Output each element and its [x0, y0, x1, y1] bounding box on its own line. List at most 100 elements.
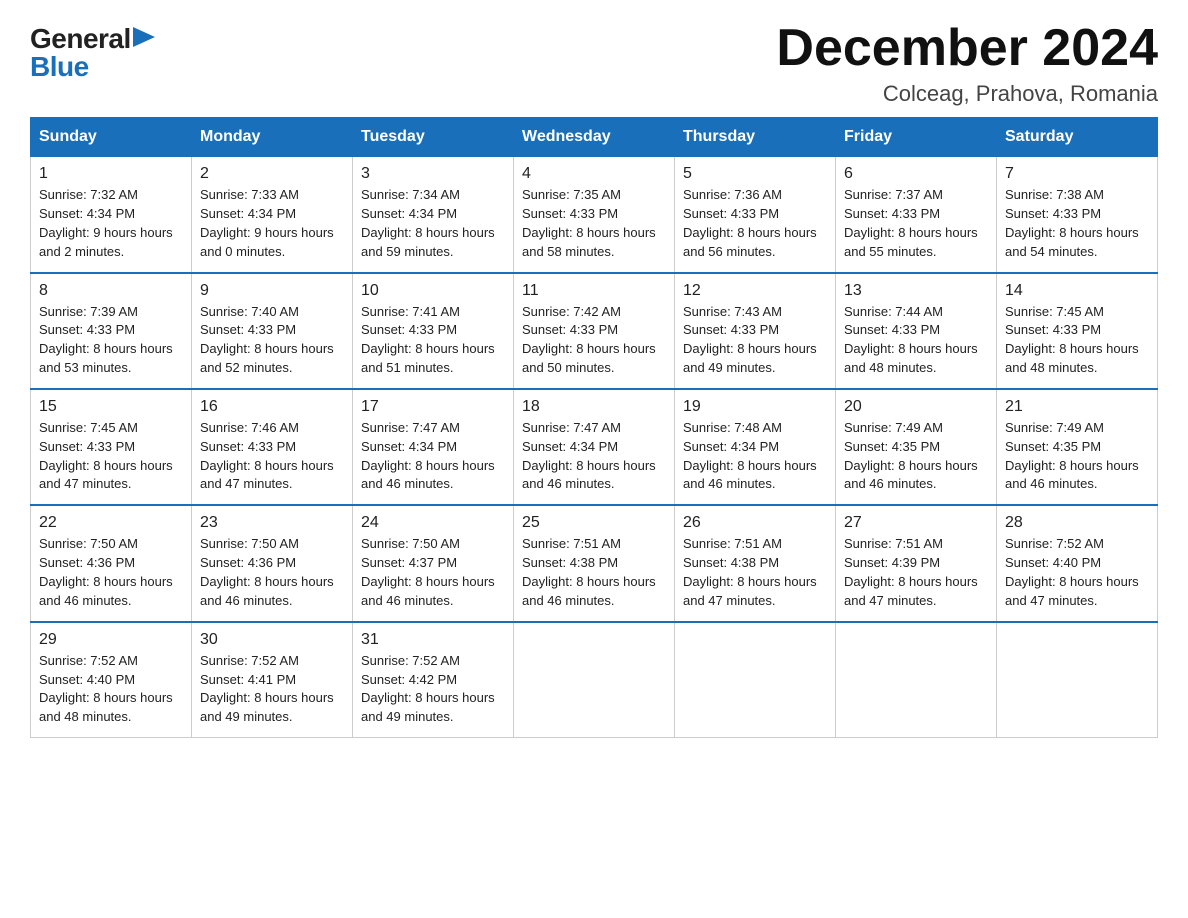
week-row-2: 8 Sunrise: 7:39 AMSunset: 4:33 PMDaylight… [31, 273, 1158, 389]
day-info: Sunrise: 7:51 AMSunset: 4:39 PMDaylight:… [844, 535, 988, 610]
week-row-3: 15 Sunrise: 7:45 AMSunset: 4:33 PMDayligh… [31, 389, 1158, 505]
logo-triangle-icon [133, 27, 155, 47]
calendar-cell: 19 Sunrise: 7:48 AMSunset: 4:34 PMDayligh… [675, 389, 836, 505]
calendar-cell: 4 Sunrise: 7:35 AMSunset: 4:33 PMDaylight… [514, 157, 675, 273]
day-number: 11 [522, 282, 666, 300]
calendar-cell [514, 622, 675, 738]
calendar-cell: 18 Sunrise: 7:47 AMSunset: 4:34 PMDayligh… [514, 389, 675, 505]
day-number: 7 [1005, 165, 1149, 183]
day-number: 6 [844, 165, 988, 183]
calendar-cell: 7 Sunrise: 7:38 AMSunset: 4:33 PMDaylight… [997, 157, 1158, 273]
logo: General Blue [30, 20, 155, 81]
day-number: 1 [39, 165, 183, 183]
month-title: December 2024 [776, 20, 1158, 77]
calendar-cell: 20 Sunrise: 7:49 AMSunset: 4:35 PMDayligh… [836, 389, 997, 505]
day-info: Sunrise: 7:35 AMSunset: 4:33 PMDaylight:… [522, 186, 666, 261]
calendar-cell: 1 Sunrise: 7:32 AMSunset: 4:34 PMDaylight… [31, 157, 192, 273]
header-monday: Monday [192, 118, 353, 157]
calendar-cell [675, 622, 836, 738]
day-number: 27 [844, 514, 988, 532]
calendar-cell: 25 Sunrise: 7:51 AMSunset: 4:38 PMDayligh… [514, 505, 675, 621]
day-number: 30 [200, 631, 344, 649]
day-number: 16 [200, 398, 344, 416]
day-info: Sunrise: 7:52 AMSunset: 4:42 PMDaylight:… [361, 652, 505, 727]
calendar-cell: 31 Sunrise: 7:52 AMSunset: 4:42 PMDayligh… [353, 622, 514, 738]
day-number: 20 [844, 398, 988, 416]
day-info: Sunrise: 7:39 AMSunset: 4:33 PMDaylight:… [39, 303, 183, 378]
day-info: Sunrise: 7:51 AMSunset: 4:38 PMDaylight:… [522, 535, 666, 610]
calendar-cell: 14 Sunrise: 7:45 AMSunset: 4:33 PMDayligh… [997, 273, 1158, 389]
day-number: 18 [522, 398, 666, 416]
day-info: Sunrise: 7:44 AMSunset: 4:33 PMDaylight:… [844, 303, 988, 378]
day-number: 4 [522, 165, 666, 183]
day-number: 2 [200, 165, 344, 183]
calendar-cell: 28 Sunrise: 7:52 AMSunset: 4:40 PMDayligh… [997, 505, 1158, 621]
calendar-cell: 26 Sunrise: 7:51 AMSunset: 4:38 PMDayligh… [675, 505, 836, 621]
day-info: Sunrise: 7:48 AMSunset: 4:34 PMDaylight:… [683, 419, 827, 494]
day-number: 23 [200, 514, 344, 532]
day-number: 21 [1005, 398, 1149, 416]
calendar-cell: 2 Sunrise: 7:33 AMSunset: 4:34 PMDaylight… [192, 157, 353, 273]
calendar-cell: 8 Sunrise: 7:39 AMSunset: 4:33 PMDaylight… [31, 273, 192, 389]
week-row-1: 1 Sunrise: 7:32 AMSunset: 4:34 PMDaylight… [31, 157, 1158, 273]
header-wednesday: Wednesday [514, 118, 675, 157]
day-info: Sunrise: 7:49 AMSunset: 4:35 PMDaylight:… [844, 419, 988, 494]
header-tuesday: Tuesday [353, 118, 514, 157]
day-info: Sunrise: 7:38 AMSunset: 4:33 PMDaylight:… [1005, 186, 1149, 261]
calendar-cell: 15 Sunrise: 7:45 AMSunset: 4:33 PMDayligh… [31, 389, 192, 505]
header-row: SundayMondayTuesdayWednesdayThursdayFrid… [31, 118, 1158, 157]
calendar-cell: 23 Sunrise: 7:50 AMSunset: 4:36 PMDayligh… [192, 505, 353, 621]
calendar-cell: 22Sunrise: 7:50 AMSunset: 4:36 PMDayligh… [31, 505, 192, 621]
page-header: General Blue December 2024 Colceag, Prah… [30, 20, 1158, 107]
day-number: 29 [39, 631, 183, 649]
day-number: 15 [39, 398, 183, 416]
calendar-cell: 29Sunrise: 7:52 AMSunset: 4:40 PMDayligh… [31, 622, 192, 738]
day-number: 9 [200, 282, 344, 300]
day-info: Sunrise: 7:50 AMSunset: 4:37 PMDaylight:… [361, 535, 505, 610]
day-number: 8 [39, 282, 183, 300]
day-number: 5 [683, 165, 827, 183]
day-number: 24 [361, 514, 505, 532]
logo-general-text: General [30, 25, 131, 53]
calendar-cell: 30Sunrise: 7:52 AMSunset: 4:41 PMDayligh… [192, 622, 353, 738]
calendar-cell: 21Sunrise: 7:49 AMSunset: 4:35 PMDayligh… [997, 389, 1158, 505]
day-number: 19 [683, 398, 827, 416]
day-info: Sunrise: 7:34 AMSunset: 4:34 PMDaylight:… [361, 186, 505, 261]
calendar-cell: 9 Sunrise: 7:40 AMSunset: 4:33 PMDaylight… [192, 273, 353, 389]
day-info: Sunrise: 7:52 AMSunset: 4:40 PMDaylight:… [1005, 535, 1149, 610]
title-block: December 2024 Colceag, Prahova, Romania [776, 20, 1158, 107]
calendar-cell: 11 Sunrise: 7:42 AMSunset: 4:33 PMDayligh… [514, 273, 675, 389]
day-number: 13 [844, 282, 988, 300]
day-info: Sunrise: 7:50 AMSunset: 4:36 PMDaylight:… [39, 535, 183, 610]
day-number: 12 [683, 282, 827, 300]
day-info: Sunrise: 7:41 AMSunset: 4:33 PMDaylight:… [361, 303, 505, 378]
day-number: 26 [683, 514, 827, 532]
day-info: Sunrise: 7:47 AMSunset: 4:34 PMDaylight:… [522, 419, 666, 494]
day-info: Sunrise: 7:45 AMSunset: 4:33 PMDaylight:… [1005, 303, 1149, 378]
day-number: 31 [361, 631, 505, 649]
day-number: 14 [1005, 282, 1149, 300]
day-info: Sunrise: 7:42 AMSunset: 4:33 PMDaylight:… [522, 303, 666, 378]
day-info: Sunrise: 7:50 AMSunset: 4:36 PMDaylight:… [200, 535, 344, 610]
day-info: Sunrise: 7:33 AMSunset: 4:34 PMDaylight:… [200, 186, 344, 261]
calendar-body: 1 Sunrise: 7:32 AMSunset: 4:34 PMDaylight… [31, 157, 1158, 738]
week-row-4: 22Sunrise: 7:50 AMSunset: 4:36 PMDayligh… [31, 505, 1158, 621]
location-text: Colceag, Prahova, Romania [776, 81, 1158, 107]
day-info: Sunrise: 7:32 AMSunset: 4:34 PMDaylight:… [39, 186, 183, 261]
calendar-cell [836, 622, 997, 738]
header-thursday: Thursday [675, 118, 836, 157]
day-info: Sunrise: 7:40 AMSunset: 4:33 PMDaylight:… [200, 303, 344, 378]
day-info: Sunrise: 7:45 AMSunset: 4:33 PMDaylight:… [39, 419, 183, 494]
calendar-table: SundayMondayTuesdayWednesdayThursdayFrid… [30, 117, 1158, 738]
calendar-header: SundayMondayTuesdayWednesdayThursdayFrid… [31, 118, 1158, 157]
calendar-cell: 16Sunrise: 7:46 AMSunset: 4:33 PMDayligh… [192, 389, 353, 505]
day-info: Sunrise: 7:51 AMSunset: 4:38 PMDaylight:… [683, 535, 827, 610]
day-number: 25 [522, 514, 666, 532]
day-info: Sunrise: 7:36 AMSunset: 4:33 PMDaylight:… [683, 186, 827, 261]
day-number: 3 [361, 165, 505, 183]
calendar-cell: 27 Sunrise: 7:51 AMSunset: 4:39 PMDayligh… [836, 505, 997, 621]
day-info: Sunrise: 7:37 AMSunset: 4:33 PMDaylight:… [844, 186, 988, 261]
day-number: 28 [1005, 514, 1149, 532]
header-saturday: Saturday [997, 118, 1158, 157]
day-info: Sunrise: 7:47 AMSunset: 4:34 PMDaylight:… [361, 419, 505, 494]
